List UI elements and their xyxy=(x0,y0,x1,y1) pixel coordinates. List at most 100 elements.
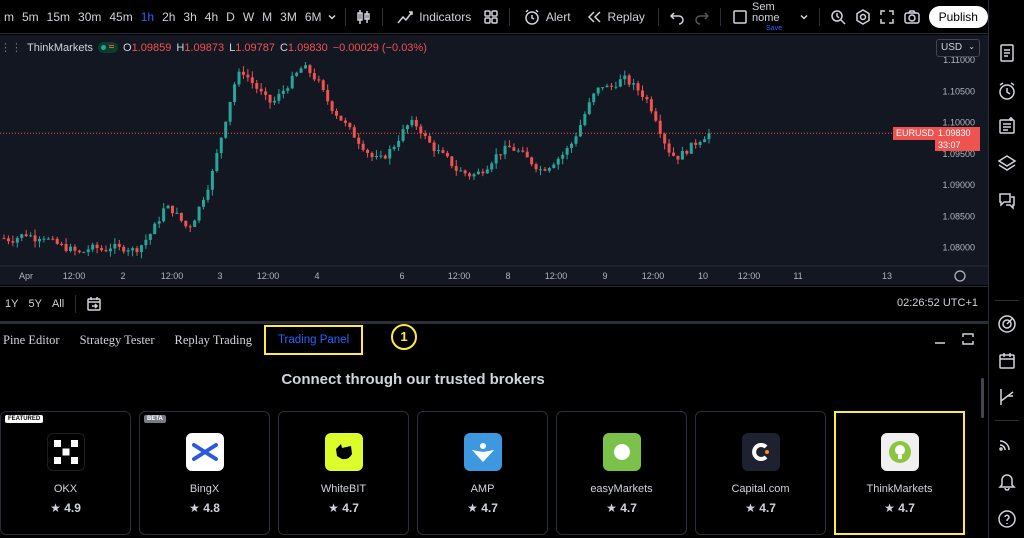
candle-body xyxy=(516,150,520,152)
range-5y[interactable]: 5Y xyxy=(23,298,46,310)
candle-body xyxy=(703,139,707,143)
divider xyxy=(344,7,346,26)
timeframe-m[interactable]: m xyxy=(0,0,18,34)
quick-search-icon[interactable] xyxy=(825,0,850,34)
tab-trading-panel[interactable]: Trading Panel xyxy=(263,324,364,355)
candle-body xyxy=(113,243,117,249)
drawing-tools-icon[interactable] xyxy=(996,386,1018,408)
goto-date-icon[interactable] xyxy=(82,287,106,321)
star-icon: ★ xyxy=(328,501,339,515)
tab-pine-editor[interactable]: Pine Editor xyxy=(0,325,70,355)
range-1y[interactable]: 1Y xyxy=(0,298,23,310)
help-icon[interactable] xyxy=(996,508,1018,530)
candle-body xyxy=(268,94,272,103)
replay-button[interactable]: Replay xyxy=(578,0,652,34)
candle-body xyxy=(29,235,33,237)
candle-body xyxy=(370,152,374,158)
timeframe-6m[interactable]: 6M xyxy=(301,0,326,34)
gear-icon[interactable] xyxy=(850,0,875,34)
rating-value: 4.8 xyxy=(203,501,220,515)
candle-body xyxy=(321,80,325,90)
timeframe-5m[interactable]: 5m xyxy=(18,0,43,34)
rating-value: 4.7 xyxy=(342,501,359,515)
broker-rating: ★ 4.7 xyxy=(836,501,963,515)
timeframe-m-month[interactable]: M xyxy=(258,0,276,34)
candle-body xyxy=(215,153,219,171)
candle-body xyxy=(82,252,86,254)
legend-symbol[interactable]: ThinkMarkets xyxy=(27,42,93,54)
camera-icon[interactable] xyxy=(900,0,925,34)
chevron-down-icon[interactable] xyxy=(325,0,338,34)
layout-save-hint: Save xyxy=(766,24,782,32)
stream-icon[interactable] xyxy=(996,432,1018,454)
broker-card-okx[interactable]: FEATURED OKX ★ 4.9 xyxy=(0,411,131,535)
candlestick-chart[interactable]: 1.111001.110001.105001.100001.095001.090… xyxy=(0,35,988,285)
timeframe-1h[interactable]: 1h xyxy=(137,0,158,34)
maximize-icon[interactable] xyxy=(956,324,980,354)
timeframe-4h[interactable]: 4h xyxy=(201,0,222,34)
alarm-clock-icon[interactable] xyxy=(996,80,1018,102)
market-status-icon[interactable] xyxy=(98,42,119,53)
price-chart[interactable]: 1.111001.110001.105001.100001.095001.090… xyxy=(0,35,988,285)
candle-body xyxy=(100,248,104,251)
symbol-dots-icon[interactable]: ⋮⋮ xyxy=(0,41,22,54)
broker-card-capital[interactable]: Capital.com ★ 4.7 xyxy=(695,411,826,535)
candle-body xyxy=(672,152,676,156)
timeframe-3h[interactable]: 3h xyxy=(179,0,200,34)
candle-body xyxy=(614,86,618,88)
watchlist-icon[interactable] xyxy=(996,42,1018,64)
timeframe-15m[interactable]: 15m xyxy=(43,0,74,34)
target-icon[interactable] xyxy=(996,313,1018,335)
indicators-button[interactable]: Indicators xyxy=(389,0,478,34)
broker-card-thinkmarkets[interactable]: ThinkMarkets ★ 4.7 xyxy=(834,411,965,535)
alert-button[interactable]: Alert xyxy=(516,0,578,34)
broker-card-whitebit[interactable]: WhiteBIT ★ 4.7 xyxy=(278,411,409,535)
bell-icon[interactable] xyxy=(996,470,1018,492)
broker-card-bingx[interactable]: BETA BingX ★ 4.8 xyxy=(139,411,270,535)
tab-strategy-tester[interactable]: Strategy Tester xyxy=(70,325,165,355)
range-bar: 1Y 5Y All 02:26:52 UTC+1 xyxy=(0,286,988,320)
timeframe-45m[interactable]: 45m xyxy=(105,0,136,34)
candle-body xyxy=(51,238,55,240)
legend-o-label: O xyxy=(123,41,132,54)
candle-body xyxy=(556,158,560,165)
panel-scrollbar[interactable] xyxy=(981,378,984,418)
fullscreen-icon[interactable] xyxy=(875,0,900,34)
minimize-icon[interactable] xyxy=(928,324,952,354)
bingx-logo-icon xyxy=(186,433,224,471)
tab-replay-trading[interactable]: Replay Trading xyxy=(165,325,262,355)
range-all[interactable]: All xyxy=(47,298,69,310)
candle-body xyxy=(122,246,126,252)
data-window-icon[interactable] xyxy=(996,115,1018,137)
utc-clock[interactable]: 02:26:52 UTC+1 xyxy=(897,297,978,309)
x-tick-label: 3 xyxy=(217,271,222,281)
timeframe-d[interactable]: D xyxy=(222,0,239,34)
candle-body xyxy=(33,235,37,242)
currency-select[interactable]: USD ⌄ xyxy=(936,39,980,57)
candle-body xyxy=(11,241,15,243)
candle-body xyxy=(547,167,551,171)
candle-body xyxy=(77,250,81,253)
timeframe-w[interactable]: W xyxy=(239,0,258,34)
undo-icon[interactable] xyxy=(665,0,690,34)
redo-icon[interactable] xyxy=(690,0,715,34)
candle-body xyxy=(64,243,68,251)
timeframe-2h[interactable]: 2h xyxy=(158,0,179,34)
templates-icon[interactable] xyxy=(478,0,503,34)
candles-icon[interactable] xyxy=(352,0,377,34)
broker-card-easymarkets[interactable]: easyMarkets ★ 4.7 xyxy=(556,411,687,535)
candle-body xyxy=(694,142,698,145)
candle-body xyxy=(148,234,152,240)
candle-body xyxy=(663,134,667,144)
chevron-down-icon[interactable] xyxy=(796,0,813,34)
layers-icon[interactable] xyxy=(996,152,1018,174)
timeframe-3m[interactable]: 3M xyxy=(276,0,301,34)
calendar-icon[interactable] xyxy=(996,350,1018,372)
layout-square-icon[interactable] xyxy=(727,0,752,34)
broker-card-amp[interactable]: AMP ★ 4.7 xyxy=(417,411,548,535)
candle-body xyxy=(374,155,378,158)
chat-icon[interactable] xyxy=(996,189,1018,211)
layout-name-button[interactable]: Sem nome Save xyxy=(752,1,796,32)
timeframe-30m[interactable]: 30m xyxy=(74,0,105,34)
publish-button[interactable]: Publish xyxy=(928,5,988,28)
